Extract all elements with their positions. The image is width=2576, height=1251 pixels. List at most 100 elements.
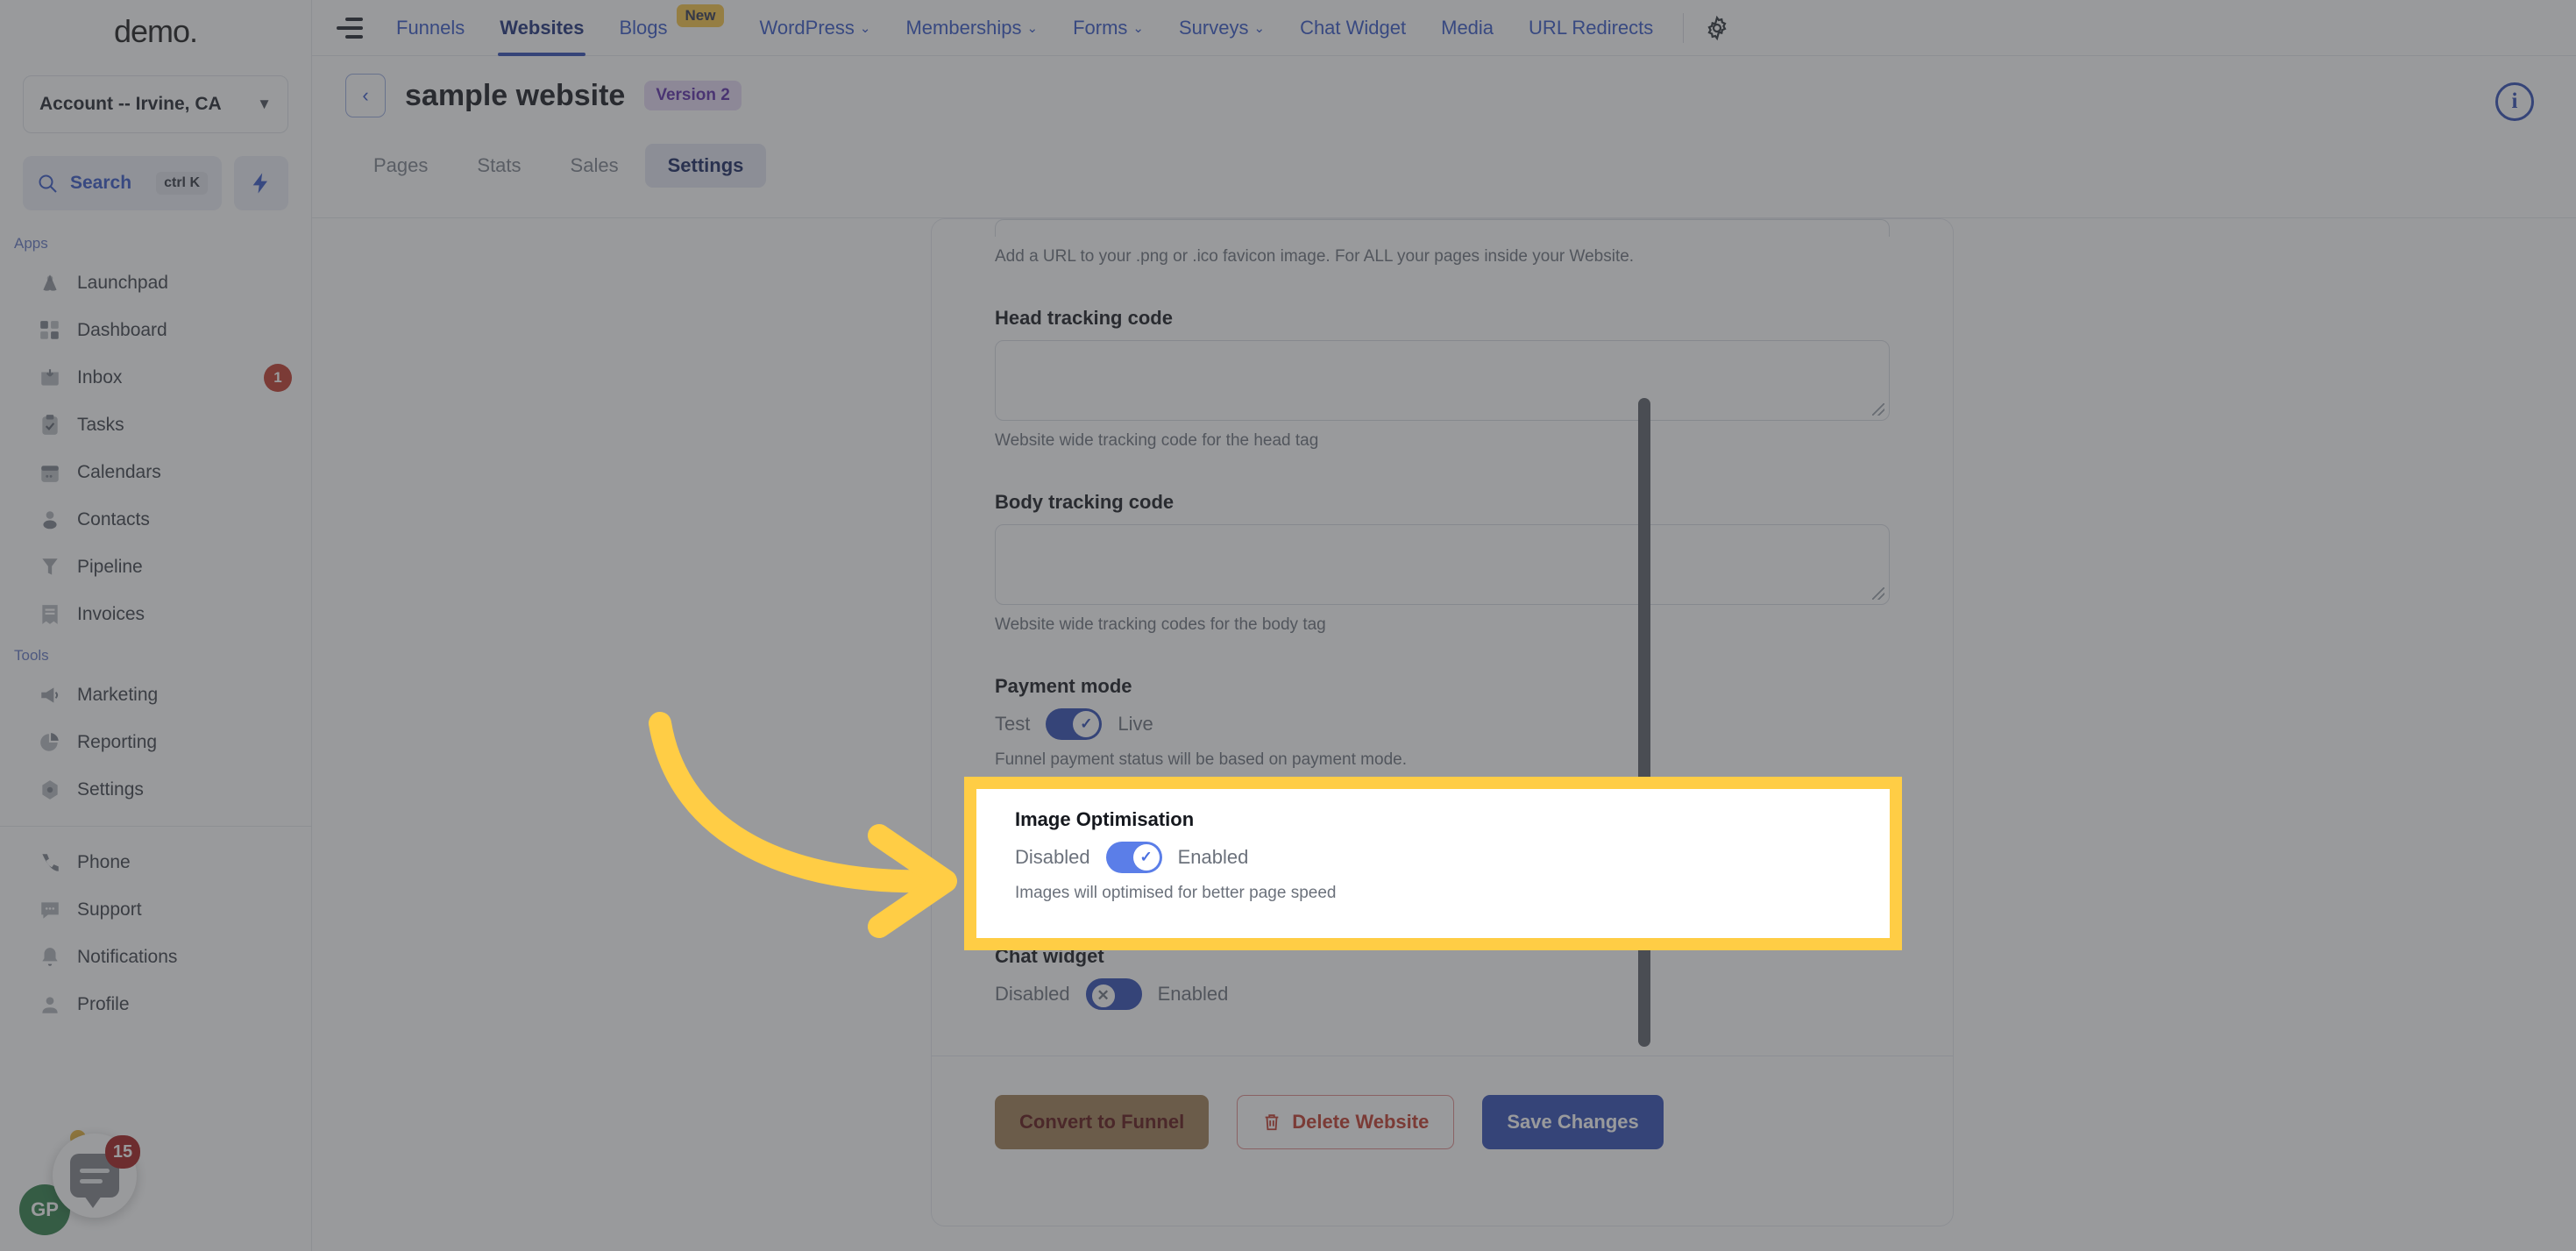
info-icon[interactable]: i [2495,82,2534,121]
sidebar-item-label: Phone [77,852,131,872]
close-icon: ✕ [1089,983,1117,1009]
payment-mode-on-label: Live [1118,713,1153,735]
info-glyph: i [2511,89,2518,113]
payment-mode-label: Payment mode [995,675,1132,697]
search-input[interactable]: Search ctrl K [23,156,222,210]
sidebar-item-marketing[interactable]: Marketing [0,672,311,719]
account-selector[interactable]: Account -- Irvine, CA ▼ [23,75,288,133]
delete-website-button[interactable]: Delete Website [1237,1095,1455,1149]
sidebar-item-support[interactable]: Support [0,886,311,934]
sidebar-item-inbox[interactable]: Inbox 1 [0,354,311,402]
topnav-item-websites[interactable]: Websites [482,0,601,56]
tab-pages[interactable]: Pages [351,144,451,188]
image-optimisation-help-hl: Images will optimised for better page sp… [1015,884,1337,902]
topnav-item-url-redirects[interactable]: URL Redirects [1511,0,1671,56]
sidebar-item-launchpad[interactable]: Launchpad [0,259,311,307]
chevron-down-icon: ⌄ [1132,20,1144,36]
tasks-icon [39,414,61,437]
topnav-item-funnels[interactable]: Funnels [379,0,482,56]
sidebar-item-settings[interactable]: Settings [0,766,311,814]
back-button[interactable]: ‹ [345,74,386,117]
sidebar-item-pipeline[interactable]: Pipeline [0,544,311,591]
tab-stats[interactable]: Stats [454,144,543,188]
trash-icon [1265,1114,1279,1131]
sidebar-item-profile[interactable]: Profile [0,981,311,1028]
convert-to-funnel-button[interactable]: Convert to Funnel [995,1095,1210,1149]
sidebar-item-phone[interactable]: Phone [0,839,311,886]
floating-chat-button[interactable]: 15 [53,1134,140,1218]
settings-subtabs: Pages Stats Sales Settings [312,117,2576,188]
sidebar-item-label: Inbox [77,367,123,387]
favicon-url-input[interactable] [995,219,1890,237]
payment-mode-help: Funnel payment status will be based on p… [995,750,1407,769]
account-selector-label: Account -- Irvine, CA [39,94,222,114]
image-optimisation-highlighted: Image Optimisation Disabled ✓ Enabled Im… [976,789,1890,903]
chat-widget-toggle[interactable]: ✕ [1085,978,1142,1010]
topnav-item-memberships[interactable]: Memberships ⌄ [888,0,1055,56]
search-icon [39,174,57,193]
tab-settings[interactable]: Settings [644,144,767,188]
topnav-label: Surveys [1179,16,1249,39]
body-tracking-field: Body tracking code Website wide tracking… [995,491,1890,635]
gear-icon [39,778,61,801]
body-tracking-label: Body tracking code [995,491,1174,513]
image-optimisation-off-label-hl: Disabled [1015,846,1090,868]
image-optimisation-row-hl: Disabled ✓ Enabled [1015,842,1890,873]
head-tracking-textarea[interactable] [995,340,1890,421]
sidebar-item-label: Contacts [77,509,150,530]
sidebar-item-dashboard[interactable]: Dashboard [0,307,311,354]
invoices-icon [39,603,61,626]
topnav-label: URL Redirects [1529,16,1654,39]
image-optimisation-toggle-hl[interactable]: ✓ [1105,842,1162,873]
head-tracking-field: Head tracking code Website wide tracking… [995,307,1890,451]
chevron-down-icon: ▼ [257,96,272,112]
topnav-item-wordpress[interactable]: WordPress ⌄ [742,0,888,56]
sidebar-item-label: Profile [77,994,130,1014]
sidebar-item-label: Marketing [77,685,159,705]
gear-icon [1707,15,1727,40]
collapse-sidebar-icon[interactable] [324,17,363,39]
sidebar-item-reporting[interactable]: Reporting [0,719,311,766]
topnav-item-blogs[interactable]: Blogs New [601,0,742,56]
tab-sales[interactable]: Sales [548,144,642,188]
chat-widget-on-label: Enabled [1157,983,1229,1005]
save-changes-button[interactable]: Save Changes [1482,1095,1664,1149]
sidebar-item-contacts[interactable]: Contacts [0,496,311,544]
topnav-item-surveys[interactable]: Surveys ⌄ [1161,0,1282,56]
check-icon: ✓ [1132,844,1160,871]
sidebar-item-invoices[interactable]: Invoices [0,591,311,638]
avatar-initials: GP [31,1198,59,1220]
calendar-icon [39,461,61,484]
topnav-label: Chat Widget [1300,16,1407,39]
payment-mode-toggle[interactable]: ✓ [1046,708,1103,740]
content-scrollbar[interactable] [1638,398,1650,1047]
contacts-icon [39,508,61,531]
topnav-divider [1683,12,1685,43]
chevron-left-icon: ‹ [362,84,369,106]
sidebar-item-calendars[interactable]: Calendars [0,449,311,496]
sidebar-item-notifications[interactable]: Notifications [0,934,311,981]
chevron-down-icon: ⌄ [859,20,871,36]
page-title: sample website [405,78,626,112]
body-tracking-textarea[interactable] [995,524,1890,605]
topnav-item-media[interactable]: Media [1423,0,1511,56]
sidebar-item-tasks[interactable]: Tasks [0,402,311,449]
sidebar-item-label: Reporting [77,732,158,752]
topnav-label: Media [1441,16,1494,39]
pipeline-icon [39,556,61,579]
topnav-item-forms[interactable]: Forms ⌄ [1055,0,1161,56]
sidebar: demo. Account -- Irvine, CA ▼ Search ctr… [0,0,312,1251]
topnav-label: Blogs [619,16,668,39]
payment-mode-field: Payment mode Test ✓ Live Funnel payment … [995,675,1890,770]
topnav-item-chat-widget[interactable]: Chat Widget [1282,0,1423,56]
head-tracking-label: Head tracking code [995,307,1173,329]
piechart-icon [39,731,61,754]
launchpad-icon [39,272,61,295]
topnav-settings-button[interactable] [1696,7,1738,49]
chevron-down-icon: ⌄ [1026,20,1039,36]
payment-mode-row: Test ✓ Live [995,708,1890,740]
settings-content: Add a URL to your .png or .ico favicon i… [312,218,2576,1251]
chat-dots-icon [39,899,61,921]
highlight-cutout: Image Optimisation Disabled ✓ Enabled Im… [976,789,1890,938]
quick-actions-button[interactable] [234,156,288,210]
